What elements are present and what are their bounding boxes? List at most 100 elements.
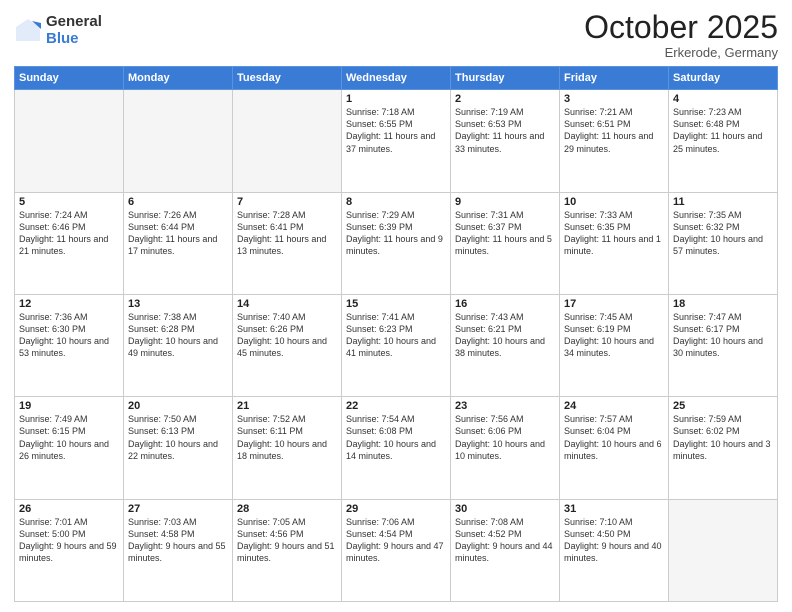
table-row: 9Sunrise: 7:31 AM Sunset: 6:37 PM Daylig…: [451, 192, 560, 294]
day-info: Sunrise: 7:24 AM Sunset: 6:46 PM Dayligh…: [19, 209, 119, 258]
table-row: 20Sunrise: 7:50 AM Sunset: 6:13 PM Dayli…: [124, 397, 233, 499]
day-number: 27: [128, 503, 228, 515]
table-row: 4Sunrise: 7:23 AM Sunset: 6:48 PM Daylig…: [669, 90, 778, 192]
day-number: 31: [564, 503, 664, 515]
table-row: 17Sunrise: 7:45 AM Sunset: 6:19 PM Dayli…: [560, 294, 669, 396]
table-row: 21Sunrise: 7:52 AM Sunset: 6:11 PM Dayli…: [233, 397, 342, 499]
logo-text: General Blue: [46, 14, 102, 47]
day-info: Sunrise: 7:59 AM Sunset: 6:02 PM Dayligh…: [673, 413, 773, 462]
logo-icon: [14, 17, 42, 45]
table-row: 11Sunrise: 7:35 AM Sunset: 6:32 PM Dayli…: [669, 192, 778, 294]
day-number: 16: [455, 298, 555, 310]
day-info: Sunrise: 7:06 AM Sunset: 4:54 PM Dayligh…: [346, 516, 446, 565]
day-number: 6: [128, 196, 228, 208]
table-row: 22Sunrise: 7:54 AM Sunset: 6:08 PM Dayli…: [342, 397, 451, 499]
logo: General Blue: [14, 14, 102, 47]
day-number: 10: [564, 196, 664, 208]
day-number: 30: [455, 503, 555, 515]
table-row: 3Sunrise: 7:21 AM Sunset: 6:51 PM Daylig…: [560, 90, 669, 192]
table-row: 26Sunrise: 7:01 AM Sunset: 5:00 PM Dayli…: [15, 499, 124, 601]
table-row: 18Sunrise: 7:47 AM Sunset: 6:17 PM Dayli…: [669, 294, 778, 396]
logo-blue: Blue: [46, 31, 102, 48]
table-row: [124, 90, 233, 192]
day-info: Sunrise: 7:57 AM Sunset: 6:04 PM Dayligh…: [564, 413, 664, 462]
table-row: 7Sunrise: 7:28 AM Sunset: 6:41 PM Daylig…: [233, 192, 342, 294]
day-number: 4: [673, 93, 773, 105]
day-info: Sunrise: 7:19 AM Sunset: 6:53 PM Dayligh…: [455, 106, 555, 155]
table-row: 28Sunrise: 7:05 AM Sunset: 4:56 PM Dayli…: [233, 499, 342, 601]
day-info: Sunrise: 7:31 AM Sunset: 6:37 PM Dayligh…: [455, 209, 555, 258]
table-row: 5Sunrise: 7:24 AM Sunset: 6:46 PM Daylig…: [15, 192, 124, 294]
day-info: Sunrise: 7:05 AM Sunset: 4:56 PM Dayligh…: [237, 516, 337, 565]
day-info: Sunrise: 7:43 AM Sunset: 6:21 PM Dayligh…: [455, 311, 555, 360]
day-info: Sunrise: 7:40 AM Sunset: 6:26 PM Dayligh…: [237, 311, 337, 360]
day-number: 28: [237, 503, 337, 515]
table-row: 29Sunrise: 7:06 AM Sunset: 4:54 PM Dayli…: [342, 499, 451, 601]
col-friday: Friday: [560, 67, 669, 90]
day-info: Sunrise: 7:38 AM Sunset: 6:28 PM Dayligh…: [128, 311, 228, 360]
col-thursday: Thursday: [451, 67, 560, 90]
day-number: 8: [346, 196, 446, 208]
day-number: 14: [237, 298, 337, 310]
day-number: 1: [346, 93, 446, 105]
day-number: 15: [346, 298, 446, 310]
day-info: Sunrise: 7:18 AM Sunset: 6:55 PM Dayligh…: [346, 106, 446, 155]
day-number: 18: [673, 298, 773, 310]
table-row: 8Sunrise: 7:29 AM Sunset: 6:39 PM Daylig…: [342, 192, 451, 294]
col-sunday: Sunday: [15, 67, 124, 90]
day-info: Sunrise: 7:21 AM Sunset: 6:51 PM Dayligh…: [564, 106, 664, 155]
day-number: 17: [564, 298, 664, 310]
col-monday: Monday: [124, 67, 233, 90]
table-row: 24Sunrise: 7:57 AM Sunset: 6:04 PM Dayli…: [560, 397, 669, 499]
day-info: Sunrise: 7:45 AM Sunset: 6:19 PM Dayligh…: [564, 311, 664, 360]
day-info: Sunrise: 7:50 AM Sunset: 6:13 PM Dayligh…: [128, 413, 228, 462]
table-row: [233, 90, 342, 192]
day-info: Sunrise: 7:47 AM Sunset: 6:17 PM Dayligh…: [673, 311, 773, 360]
col-wednesday: Wednesday: [342, 67, 451, 90]
title-block: October 2025 Erkerode, Germany: [584, 10, 778, 60]
table-row: 12Sunrise: 7:36 AM Sunset: 6:30 PM Dayli…: [15, 294, 124, 396]
day-number: 23: [455, 400, 555, 412]
day-info: Sunrise: 7:54 AM Sunset: 6:08 PM Dayligh…: [346, 413, 446, 462]
day-info: Sunrise: 7:36 AM Sunset: 6:30 PM Dayligh…: [19, 311, 119, 360]
day-info: Sunrise: 7:29 AM Sunset: 6:39 PM Dayligh…: [346, 209, 446, 258]
day-number: 7: [237, 196, 337, 208]
day-info: Sunrise: 7:33 AM Sunset: 6:35 PM Dayligh…: [564, 209, 664, 258]
day-info: Sunrise: 7:03 AM Sunset: 4:58 PM Dayligh…: [128, 516, 228, 565]
table-row: [669, 499, 778, 601]
table-row: 6Sunrise: 7:26 AM Sunset: 6:44 PM Daylig…: [124, 192, 233, 294]
day-number: 3: [564, 93, 664, 105]
day-info: Sunrise: 7:35 AM Sunset: 6:32 PM Dayligh…: [673, 209, 773, 258]
day-info: Sunrise: 7:10 AM Sunset: 4:50 PM Dayligh…: [564, 516, 664, 565]
location: Erkerode, Germany: [584, 45, 778, 60]
day-number: 26: [19, 503, 119, 515]
table-row: 2Sunrise: 7:19 AM Sunset: 6:53 PM Daylig…: [451, 90, 560, 192]
day-info: Sunrise: 7:52 AM Sunset: 6:11 PM Dayligh…: [237, 413, 337, 462]
day-number: 24: [564, 400, 664, 412]
calendar-week-row: 5Sunrise: 7:24 AM Sunset: 6:46 PM Daylig…: [15, 192, 778, 294]
calendar-week-row: 1Sunrise: 7:18 AM Sunset: 6:55 PM Daylig…: [15, 90, 778, 192]
day-number: 2: [455, 93, 555, 105]
day-number: 12: [19, 298, 119, 310]
col-tuesday: Tuesday: [233, 67, 342, 90]
table-row: 25Sunrise: 7:59 AM Sunset: 6:02 PM Dayli…: [669, 397, 778, 499]
month-title: October 2025: [584, 10, 778, 45]
day-number: 22: [346, 400, 446, 412]
table-row: 16Sunrise: 7:43 AM Sunset: 6:21 PM Dayli…: [451, 294, 560, 396]
table-row: 10Sunrise: 7:33 AM Sunset: 6:35 PM Dayli…: [560, 192, 669, 294]
calendar: Sunday Monday Tuesday Wednesday Thursday…: [14, 66, 778, 602]
day-number: 25: [673, 400, 773, 412]
day-info: Sunrise: 7:01 AM Sunset: 5:00 PM Dayligh…: [19, 516, 119, 565]
table-row: 13Sunrise: 7:38 AM Sunset: 6:28 PM Dayli…: [124, 294, 233, 396]
header: General Blue October 2025 Erkerode, Germ…: [14, 10, 778, 60]
table-row: [15, 90, 124, 192]
calendar-week-row: 19Sunrise: 7:49 AM Sunset: 6:15 PM Dayli…: [15, 397, 778, 499]
table-row: 31Sunrise: 7:10 AM Sunset: 4:50 PM Dayli…: [560, 499, 669, 601]
table-row: 30Sunrise: 7:08 AM Sunset: 4:52 PM Dayli…: [451, 499, 560, 601]
table-row: 1Sunrise: 7:18 AM Sunset: 6:55 PM Daylig…: [342, 90, 451, 192]
day-number: 20: [128, 400, 228, 412]
table-row: 14Sunrise: 7:40 AM Sunset: 6:26 PM Dayli…: [233, 294, 342, 396]
day-info: Sunrise: 7:41 AM Sunset: 6:23 PM Dayligh…: [346, 311, 446, 360]
day-number: 9: [455, 196, 555, 208]
day-info: Sunrise: 7:23 AM Sunset: 6:48 PM Dayligh…: [673, 106, 773, 155]
